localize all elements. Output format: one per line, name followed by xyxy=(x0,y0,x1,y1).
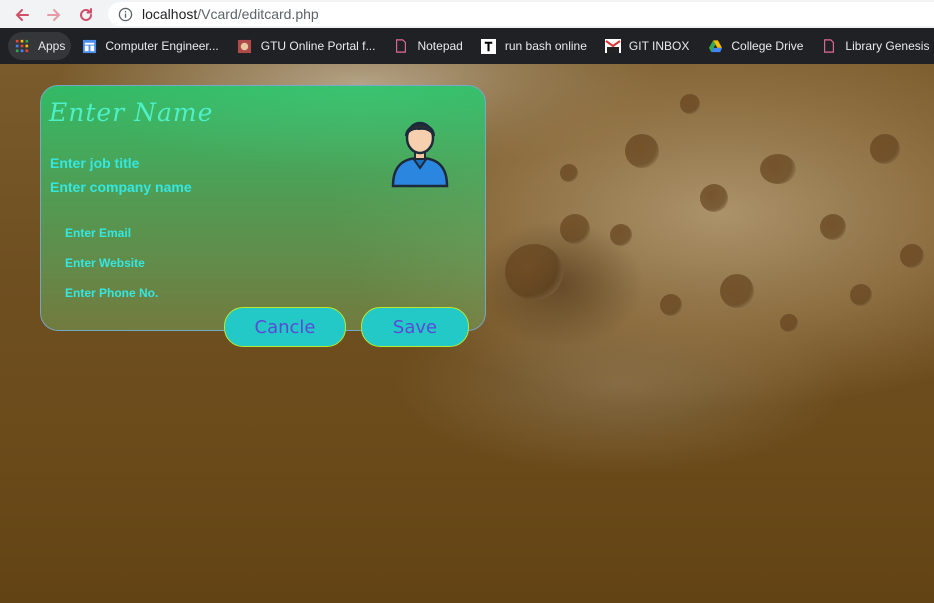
card-name[interactable]: Enter Name xyxy=(49,98,213,127)
reload-icon xyxy=(80,8,92,21)
cancel-button[interactable]: Cancle xyxy=(224,307,346,347)
bookmark-library-genesis[interactable]: Library Genesis xyxy=(813,32,934,60)
info-icon[interactable] xyxy=(118,6,134,22)
foam-bubble xyxy=(780,314,798,332)
bookmark-computer-engineer[interactable]: Computer Engineer... xyxy=(73,32,226,60)
foam-bubble xyxy=(610,224,632,246)
foam-bubble xyxy=(560,214,590,244)
url-path: /Vcard/editcard.php xyxy=(197,6,319,22)
back-button[interactable] xyxy=(11,4,33,26)
bookmark-gtu-portal[interactable]: GTU Online Portal f... xyxy=(229,32,384,60)
bookmark-apps[interactable]: Apps xyxy=(8,32,72,60)
bookmark-label: Notepad xyxy=(417,39,463,53)
url-text[interactable]: localhost/Vcard/editcard.php xyxy=(142,6,319,22)
card-company-name[interactable]: Enter company name xyxy=(50,179,192,195)
card-website[interactable]: Enter Website xyxy=(65,256,145,270)
apps-grid-icon xyxy=(14,38,30,54)
bookmark-git-inbox[interactable]: GIT INBOX xyxy=(597,32,697,60)
t-icon xyxy=(481,38,497,54)
bookmark-run-bash[interactable]: run bash online xyxy=(473,32,595,60)
foam-bubble xyxy=(720,274,754,308)
address-bar[interactable]: localhost/Vcard/editcard.php xyxy=(108,2,934,26)
card-email[interactable]: Enter Email xyxy=(65,226,131,240)
foam-bubble xyxy=(820,214,846,240)
foam-bubble xyxy=(870,134,900,164)
foam-bubble xyxy=(900,244,924,268)
reload-button[interactable] xyxy=(75,4,97,26)
forward-arrow-icon xyxy=(47,9,61,21)
back-arrow-icon xyxy=(15,9,29,21)
page-background: Enter Name Enter job title Enter company… xyxy=(0,64,934,603)
url-host: localhost xyxy=(142,6,198,22)
forward-button[interactable] xyxy=(43,4,65,26)
foam-bubble xyxy=(560,164,578,182)
foam-bubble xyxy=(760,154,796,184)
bookmark-college-drive[interactable]: College Drive xyxy=(699,32,811,60)
bookmark-label: Library Genesis xyxy=(845,39,930,53)
bookmark-label: GIT INBOX xyxy=(628,39,690,53)
user-avatar-icon xyxy=(391,121,449,188)
card-phone[interactable]: Enter Phone No. xyxy=(65,286,158,300)
bookmark-label: Apps xyxy=(38,39,66,53)
bookmark-label: run bash online xyxy=(504,39,587,53)
bookmark-label: GTU Online Portal f... xyxy=(260,39,376,53)
page-icon xyxy=(821,38,837,54)
foam-bubble xyxy=(505,244,563,300)
browser-toolbar: localhost/Vcard/editcard.php xyxy=(0,0,934,28)
bookmark-notepad[interactable]: Notepad xyxy=(385,32,470,60)
vcard: Enter Name Enter job title Enter company… xyxy=(40,85,486,331)
bookmark-label: Computer Engineer... xyxy=(105,39,219,53)
bookmark-label: College Drive xyxy=(731,39,804,53)
foam-bubble xyxy=(625,134,659,168)
doc-blue-icon xyxy=(81,38,97,54)
foam-bubble xyxy=(680,94,700,114)
page-icon xyxy=(393,38,409,54)
gmail-icon xyxy=(604,38,621,54)
save-button[interactable]: Save xyxy=(361,307,469,347)
drive-icon xyxy=(707,38,723,54)
foam-bubble xyxy=(700,184,728,212)
bookmarks-bar: Apps Computer Engineer... GTU Online Por… xyxy=(0,28,934,64)
foam-bubble xyxy=(660,294,682,316)
foam-bubble xyxy=(850,284,872,306)
card-job-title[interactable]: Enter job title xyxy=(50,155,139,171)
gtu-icon xyxy=(237,38,253,54)
